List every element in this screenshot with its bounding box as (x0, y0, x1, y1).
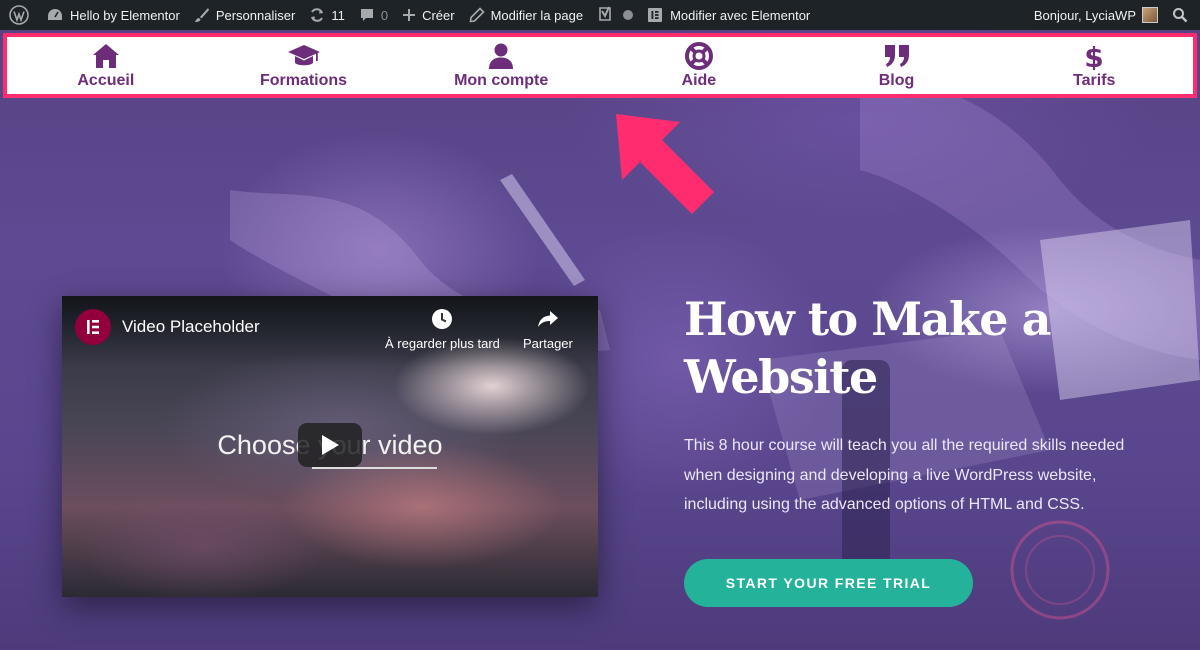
comment-icon (360, 9, 373, 21)
wordpress-logo-icon[interactable] (0, 0, 39, 30)
seo-status-dot (623, 10, 634, 20)
video-text-underline (312, 467, 437, 469)
annotation-arrow-icon (616, 114, 714, 214)
edit-page-label: Modifier la page (490, 7, 584, 23)
brush-icon (194, 8, 209, 22)
watch-later-button[interactable]: À regarder plus tard (385, 308, 500, 351)
hero-description: This 8 hour course will teach you all th… (684, 437, 1125, 513)
top-navigation-menu: Accueil Formations Mon compte Aide Blog … (3, 33, 1197, 98)
dashboard-icon (48, 9, 62, 20)
site-name-menu[interactable]: Hello by Elementor (39, 0, 187, 30)
clock-icon (432, 309, 453, 329)
nav-label-mon-compte: Mon compte (454, 71, 549, 89)
nav-label-formations: Formations (259, 71, 348, 89)
video-player[interactable]: Video Placeholder À regarder plus tard P… (62, 296, 598, 597)
wp-admin-bar: Hello by Elementor Personnaliser 11 0 Cr… (0, 0, 1200, 30)
life-ring-icon (684, 41, 713, 70)
share-icon (537, 311, 558, 327)
nav-label-aide: Aide (681, 71, 717, 89)
share-button[interactable]: Partager (523, 308, 573, 351)
elementor-icon (648, 8, 663, 22)
user-icon (489, 43, 514, 69)
pencil-icon (469, 7, 485, 23)
elementor-channel-avatar[interactable] (75, 309, 111, 345)
search-icon (1173, 8, 1188, 23)
nav-label-blog: Blog (878, 71, 915, 89)
svg-text:$: $ (1084, 42, 1103, 70)
start-free-trial-button[interactable]: START YOUR FREE TRIAL (684, 559, 973, 607)
nav-label-tarifs: Tarifs (1073, 71, 1116, 89)
home-icon (92, 43, 119, 68)
comments-menu[interactable]: 0 (352, 0, 395, 30)
nav-label-accueil: Accueil (77, 71, 135, 89)
updates-count: 11 (331, 7, 345, 23)
play-icon (322, 435, 339, 455)
new-content-menu[interactable]: Créer (395, 0, 462, 30)
nav-item-aide[interactable]: Aide (600, 37, 798, 94)
site-name-label: Hello by Elementor (70, 7, 180, 23)
hero-title: How to Make a Website (684, 292, 1051, 404)
updates-menu[interactable]: 11 (302, 0, 352, 30)
nav-item-mon-compte[interactable]: Mon compte (402, 37, 600, 94)
graduation-cap-icon (287, 44, 320, 65)
edit-with-elementor-menu[interactable]: Modifier avec Elementor (640, 0, 817, 30)
new-content-label: Créer (422, 7, 455, 23)
greeting-label: Bonjour, LyciaWP (1033, 7, 1136, 23)
nav-item-accueil[interactable]: Accueil (7, 37, 205, 94)
customize-label: Personnaliser (215, 7, 296, 23)
yoast-menu[interactable] (590, 0, 640, 30)
edit-with-elementor-label: Modifier avec Elementor (670, 7, 811, 23)
nav-item-tarifs[interactable]: $ Tarifs (995, 37, 1193, 94)
elementor-logo-icon (87, 320, 99, 334)
quote-icon (884, 44, 909, 67)
refresh-icon (311, 8, 324, 22)
video-title[interactable]: Video Placeholder (122, 317, 260, 337)
avatar (1142, 7, 1158, 23)
nav-item-formations[interactable]: Formations (205, 37, 403, 94)
edit-page-menu[interactable]: Modifier la page (462, 0, 591, 30)
play-button[interactable] (298, 423, 362, 467)
watch-later-label: À regarder plus tard (385, 336, 500, 351)
account-menu[interactable]: Bonjour, LyciaWP (1027, 0, 1165, 30)
admin-search[interactable] (1165, 0, 1200, 30)
comments-count: 0 (380, 7, 389, 23)
yoast-icon (599, 6, 611, 21)
plus-icon (403, 9, 416, 21)
nav-item-blog[interactable]: Blog (798, 37, 996, 94)
customize-menu[interactable]: Personnaliser (187, 0, 303, 30)
dollar-icon: $ (1084, 42, 1103, 70)
share-label: Partager (523, 336, 573, 351)
